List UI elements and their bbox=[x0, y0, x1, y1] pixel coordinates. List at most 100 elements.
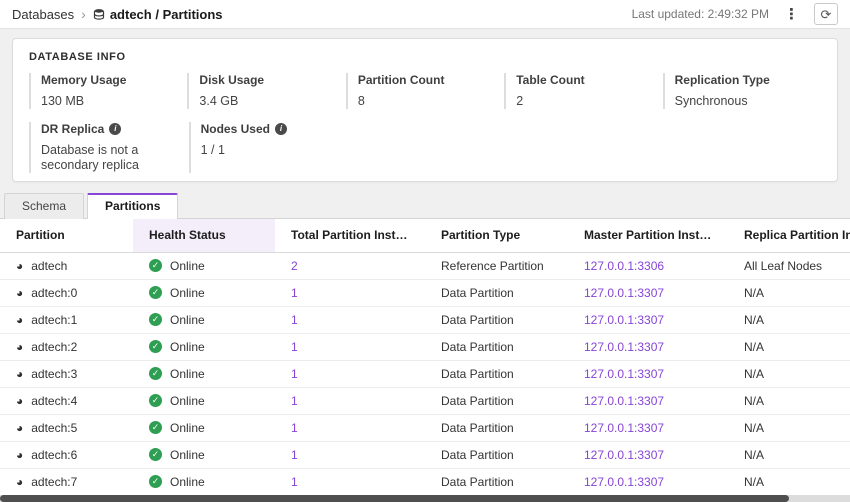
tab-partitions[interactable]: Partitions bbox=[87, 193, 178, 219]
tab-bar: Schema Partitions bbox=[0, 192, 850, 219]
column-header-health-status[interactable]: Health Status bbox=[133, 219, 275, 252]
kebab-menu-icon[interactable]: ⋮ bbox=[781, 5, 802, 23]
total-instances-cell: 1 bbox=[275, 441, 425, 468]
master-instance-link[interactable]: 127.0.0.1:3307 bbox=[584, 286, 664, 300]
health-status-text: Online bbox=[170, 448, 205, 462]
info-icon[interactable]: i bbox=[275, 123, 287, 135]
stat-label: Replication Type bbox=[675, 73, 815, 87]
check-circle-icon: ✓ bbox=[149, 475, 162, 488]
master-instance-link[interactable]: 127.0.0.1:3307 bbox=[584, 340, 664, 354]
master-instance-link[interactable]: 127.0.0.1:3307 bbox=[584, 448, 664, 462]
total-instances-cell: 1 bbox=[275, 333, 425, 360]
replica-instance-cell: N/A bbox=[728, 414, 850, 441]
partition-name: adtech:1 bbox=[31, 313, 77, 327]
master-instance-link[interactable]: 127.0.0.1:3307 bbox=[584, 313, 664, 327]
column-header-replica-instance[interactable]: Replica Partition Instance ... bbox=[728, 219, 850, 252]
stat-dr-replica: DR Replica i Database is not a secondary… bbox=[29, 122, 183, 173]
stat-disk-usage: Disk Usage 3.4 GB bbox=[187, 73, 339, 109]
health-status-cell: ✓ Online bbox=[133, 441, 275, 468]
total-instances-link[interactable]: 1 bbox=[291, 367, 298, 381]
breadcrumb-databases[interactable]: Databases bbox=[12, 7, 74, 22]
stat-label: Nodes Used i bbox=[201, 122, 343, 136]
stat-value: 3.4 GB bbox=[199, 94, 339, 109]
stat-label-text: Nodes Used bbox=[201, 122, 270, 136]
database-icon bbox=[93, 8, 105, 21]
master-instance-link[interactable]: 127.0.0.1:3307 bbox=[584, 475, 664, 489]
horizontal-scrollbar-thumb[interactable] bbox=[0, 495, 789, 502]
master-instance-cell: 127.0.0.1:3307 bbox=[568, 333, 728, 360]
refresh-button[interactable]: ⟳ bbox=[814, 3, 838, 25]
check-circle-icon: ✓ bbox=[149, 313, 162, 326]
total-instances-cell: 1 bbox=[275, 387, 425, 414]
tab-schema[interactable]: Schema bbox=[4, 193, 84, 219]
info-icon[interactable]: i bbox=[109, 123, 121, 135]
pie-chart-icon: ◕ bbox=[16, 422, 23, 434]
master-instance-cell: 127.0.0.1:3307 bbox=[568, 306, 728, 333]
pie-chart-icon: ◕ bbox=[16, 260, 23, 272]
replica-instance-cell: N/A bbox=[728, 279, 850, 306]
stat-memory-usage: Memory Usage 130 MB bbox=[29, 73, 181, 109]
partition-type-cell: Data Partition bbox=[425, 387, 568, 414]
column-header-total-instances[interactable]: Total Partition Instances bbox=[275, 219, 425, 252]
partition-cell: ◕ adtech:5 bbox=[0, 414, 133, 441]
master-instance-link[interactable]: 127.0.0.1:3307 bbox=[584, 421, 664, 435]
stat-label: DR Replica i bbox=[41, 122, 183, 136]
master-instance-cell: 127.0.0.1:3307 bbox=[568, 279, 728, 306]
partition-type-cell: Data Partition bbox=[425, 414, 568, 441]
partition-name: adtech:5 bbox=[31, 421, 77, 435]
master-instance-link[interactable]: 127.0.0.1:3307 bbox=[584, 367, 664, 381]
health-status-cell: ✓ Online bbox=[133, 387, 275, 414]
stat-value: 2 bbox=[516, 94, 656, 109]
stat-label: Disk Usage bbox=[199, 73, 339, 87]
master-instance-link[interactable]: 127.0.0.1:3306 bbox=[584, 259, 664, 273]
table-row: ◕ adtech:4 ✓ Online 1 Data Partition 127… bbox=[0, 387, 850, 414]
stat-nodes-used: Nodes Used i 1 / 1 bbox=[189, 122, 343, 173]
pie-chart-icon: ◕ bbox=[16, 395, 23, 407]
health-status-cell: ✓ Online bbox=[133, 252, 275, 279]
table-row: ◕ adtech:7 ✓ Online 1 Data Partition 127… bbox=[0, 468, 850, 495]
health-status-cell: ✓ Online bbox=[133, 468, 275, 495]
partition-name: adtech:2 bbox=[31, 340, 77, 354]
chevron-right-icon: › bbox=[81, 6, 86, 22]
total-instances-link[interactable]: 1 bbox=[291, 448, 298, 462]
stat-value: 1 / 1 bbox=[201, 143, 343, 158]
stat-table-count: Table Count 2 bbox=[504, 73, 656, 109]
master-instance-cell: 127.0.0.1:3307 bbox=[568, 414, 728, 441]
health-status-text: Online bbox=[170, 367, 205, 381]
master-instance-link[interactable]: 127.0.0.1:3307 bbox=[584, 394, 664, 408]
column-header-partition-type[interactable]: Partition Type bbox=[425, 219, 568, 252]
total-instances-link[interactable]: 1 bbox=[291, 340, 298, 354]
total-instances-cell: 1 bbox=[275, 468, 425, 495]
health-status-text: Online bbox=[170, 421, 205, 435]
partition-cell: ◕ adtech:6 bbox=[0, 441, 133, 468]
column-header-partition[interactable]: Partition bbox=[0, 219, 133, 252]
check-circle-icon: ✓ bbox=[149, 421, 162, 434]
horizontal-scrollbar-track[interactable] bbox=[0, 495, 850, 502]
replica-instance-cell: All Leaf Nodes bbox=[728, 252, 850, 279]
partition-cell: ◕ adtech:2 bbox=[0, 333, 133, 360]
total-instances-link[interactable]: 1 bbox=[291, 475, 298, 489]
partition-name: adtech:7 bbox=[31, 475, 77, 489]
card-title: DATABASE INFO bbox=[29, 51, 821, 63]
replica-instance-cell: N/A bbox=[728, 333, 850, 360]
total-instances-cell: 1 bbox=[275, 306, 425, 333]
partition-cell: ◕ adtech bbox=[0, 252, 133, 279]
total-instances-cell: 2 bbox=[275, 252, 425, 279]
partition-type-cell: Reference Partition bbox=[425, 252, 568, 279]
total-instances-link[interactable]: 1 bbox=[291, 286, 298, 300]
pie-chart-icon: ◕ bbox=[16, 476, 23, 488]
health-status-cell: ✓ Online bbox=[133, 360, 275, 387]
partitions-table-container: Partition Health Status Total Partition … bbox=[0, 219, 850, 496]
replica-instance-cell: N/A bbox=[728, 468, 850, 495]
master-instance-cell: 127.0.0.1:3306 bbox=[568, 252, 728, 279]
partition-type-cell: Data Partition bbox=[425, 468, 568, 495]
total-instances-link[interactable]: 2 bbox=[291, 259, 298, 273]
partition-type-cell: Data Partition bbox=[425, 306, 568, 333]
column-header-master-instance[interactable]: Master Partition Instance ... bbox=[568, 219, 728, 252]
master-instance-cell: 127.0.0.1:3307 bbox=[568, 441, 728, 468]
total-instances-link[interactable]: 1 bbox=[291, 421, 298, 435]
stat-value: 130 MB bbox=[41, 94, 181, 109]
total-instances-link[interactable]: 1 bbox=[291, 313, 298, 327]
total-instances-link[interactable]: 1 bbox=[291, 394, 298, 408]
table-header-row: Partition Health Status Total Partition … bbox=[0, 219, 850, 252]
